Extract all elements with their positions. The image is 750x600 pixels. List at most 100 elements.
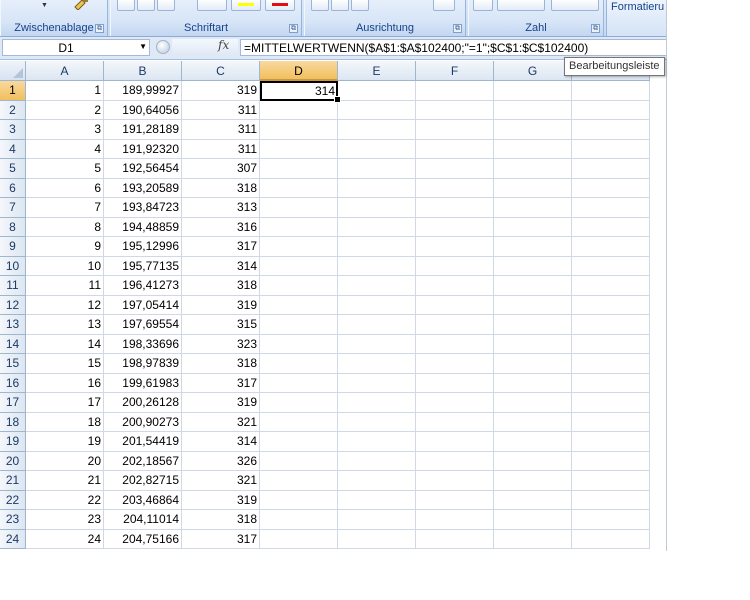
cell[interactable]: 15 [26, 354, 104, 374]
cell[interactable] [572, 178, 650, 198]
cell[interactable]: 2 [26, 100, 104, 120]
cell[interactable] [416, 432, 494, 452]
cell[interactable]: 314 [182, 432, 260, 452]
cell[interactable] [260, 334, 338, 354]
cell[interactable] [260, 178, 338, 198]
cell[interactable] [494, 237, 572, 257]
paste-dropdown-arrow-icon[interactable]: ▼ [41, 2, 48, 9]
cell[interactable] [338, 81, 416, 101]
cell[interactable]: 9 [26, 237, 104, 257]
cell[interactable] [260, 529, 338, 549]
cell[interactable] [494, 354, 572, 374]
cell[interactable] [494, 471, 572, 491]
cell[interactable] [338, 159, 416, 179]
cell[interactable] [494, 139, 572, 159]
cell[interactable] [338, 471, 416, 491]
cell[interactable] [260, 490, 338, 510]
cell[interactable] [572, 295, 650, 315]
cell[interactable]: 191,28189 [104, 120, 182, 140]
cell[interactable] [572, 237, 650, 257]
cell[interactable]: 321 [182, 471, 260, 491]
clipboard-launcher-icon[interactable]: ⧉ [95, 24, 104, 33]
cell[interactable] [416, 159, 494, 179]
cell[interactable] [260, 315, 338, 335]
cell[interactable] [338, 315, 416, 335]
cell[interactable]: 19 [26, 432, 104, 452]
cell[interactable]: 318 [182, 276, 260, 296]
cell[interactable] [338, 256, 416, 276]
cell[interactable] [494, 451, 572, 471]
cell[interactable] [494, 81, 572, 101]
cell[interactable]: 313 [182, 198, 260, 218]
cell[interactable]: 195,77135 [104, 256, 182, 276]
cell[interactable] [572, 490, 650, 510]
cell[interactable] [572, 354, 650, 374]
cell[interactable]: 193,84723 [104, 198, 182, 218]
cell[interactable] [338, 490, 416, 510]
cell[interactable] [416, 81, 494, 101]
number-launcher-icon[interactable]: ⧉ [591, 24, 600, 33]
cell[interactable]: 200,26128 [104, 393, 182, 413]
cell[interactable] [494, 100, 572, 120]
cell[interactable]: 200,90273 [104, 412, 182, 432]
align-center-button[interactable] [331, 0, 349, 11]
cell[interactable]: 311 [182, 120, 260, 140]
cell[interactable] [572, 432, 650, 452]
insert-function-icon[interactable]: fx [218, 38, 229, 52]
row-header[interactable]: 15 [0, 354, 26, 374]
cell[interactable]: 189,99927 [104, 81, 182, 101]
cell[interactable]: 10 [26, 256, 104, 276]
cell[interactable]: 203,46864 [104, 490, 182, 510]
cell[interactable] [572, 373, 650, 393]
cell[interactable] [260, 120, 338, 140]
cell[interactable]: 17 [26, 393, 104, 413]
fill-color-button[interactable] [231, 0, 261, 11]
column-header-c[interactable]: C [182, 61, 260, 81]
row-header[interactable]: 21 [0, 471, 26, 491]
cell[interactable] [494, 373, 572, 393]
cell[interactable] [572, 198, 650, 218]
cell[interactable] [260, 393, 338, 413]
cell[interactable]: 22 [26, 490, 104, 510]
cell[interactable] [494, 120, 572, 140]
cell[interactable] [260, 100, 338, 120]
cell[interactable] [338, 198, 416, 218]
decimal-places-button[interactable] [551, 0, 599, 11]
border-button[interactable] [197, 0, 227, 11]
cell[interactable]: 318 [182, 510, 260, 530]
row-header[interactable]: 23 [0, 510, 26, 530]
row-header[interactable]: 17 [0, 393, 26, 413]
cell[interactable] [572, 529, 650, 549]
name-box[interactable]: D1 ▼ [2, 39, 150, 56]
row-header[interactable]: 16 [0, 373, 26, 393]
cell[interactable] [416, 120, 494, 140]
cell[interactable]: 12 [26, 295, 104, 315]
cell[interactable]: 3 [26, 120, 104, 140]
cell[interactable]: 326 [182, 451, 260, 471]
cell[interactable] [416, 178, 494, 198]
cell[interactable] [260, 159, 338, 179]
column-header-a[interactable]: A [26, 61, 104, 81]
cell[interactable] [338, 451, 416, 471]
cell[interactable] [494, 295, 572, 315]
cell[interactable] [416, 529, 494, 549]
cell[interactable] [338, 334, 416, 354]
cell[interactable]: 1 [26, 81, 104, 101]
cell[interactable] [416, 412, 494, 432]
cell[interactable] [416, 354, 494, 374]
cell[interactable]: 317 [182, 237, 260, 257]
cell[interactable]: 198,33696 [104, 334, 182, 354]
row-header[interactable]: 1 [0, 81, 26, 101]
cell[interactable] [338, 373, 416, 393]
cell[interactable] [338, 237, 416, 257]
cell[interactable] [494, 490, 572, 510]
column-header-e[interactable]: E [338, 61, 416, 81]
row-header[interactable]: 22 [0, 490, 26, 510]
cell[interactable]: 20 [26, 451, 104, 471]
cell[interactable] [260, 237, 338, 257]
row-header[interactable]: 8 [0, 217, 26, 237]
cell[interactable]: 202,82715 [104, 471, 182, 491]
cell[interactable] [572, 276, 650, 296]
cell[interactable] [416, 237, 494, 257]
row-header[interactable]: 5 [0, 159, 26, 179]
